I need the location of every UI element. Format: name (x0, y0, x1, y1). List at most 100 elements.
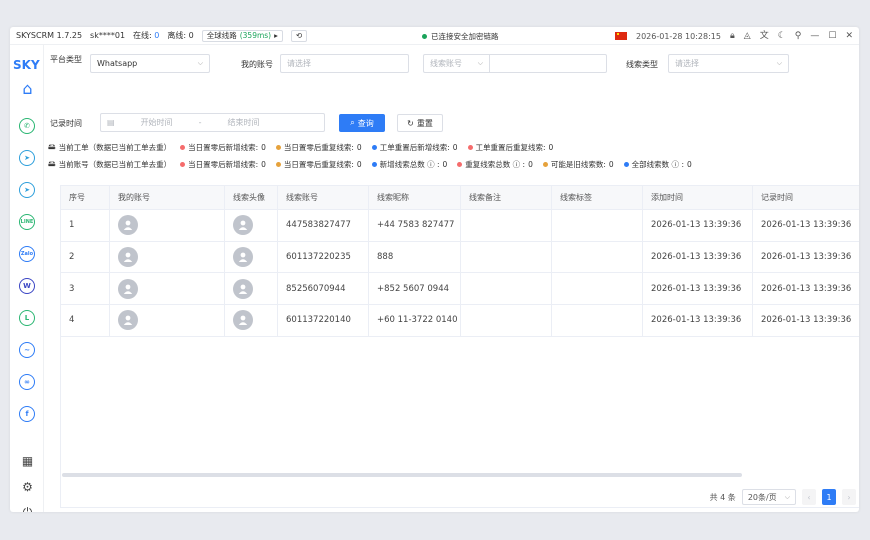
table-cell (552, 210, 643, 241)
my-account-select[interactable]: 请选择 (280, 54, 409, 73)
stat-item: 当日置零后新增线索: 0 (180, 142, 266, 153)
minimize-button[interactable]: — (810, 31, 819, 41)
whatsapp-business-icon[interactable]: W (19, 278, 35, 294)
table-row[interactable]: 2 601137220235 888 2026-01-13 13:39:36 2026-… (61, 241, 859, 274)
my-account-label: 我的账号 (241, 60, 273, 69)
meta-icon[interactable]: ∞ (19, 374, 35, 390)
lead-account-type-select[interactable]: 线索账号 ⌵ (423, 54, 490, 73)
table-cell: 1 (61, 210, 110, 241)
app-version: SKYSCRM 1.7.25 (16, 31, 83, 40)
stat-item: 当日置零后重复线索: 0 (275, 142, 362, 153)
facebook-icon[interactable]: f (19, 406, 35, 422)
table-cell: 601137220235 (278, 241, 369, 273)
table-cell: 2026-01-13 13:39:36 (643, 210, 753, 241)
datetime: 2026-01-28 10:28:15 (636, 31, 721, 41)
account-name: sk****01 (90, 31, 126, 40)
logout-icon[interactable]: ⏻ (20, 505, 35, 512)
table-cell: 447583827477 (278, 210, 369, 241)
col-lead-account: 线索账号 (278, 186, 369, 209)
avatar-icon (118, 247, 138, 268)
lead-type-select[interactable]: 请选择 ⌵ (668, 54, 789, 73)
table-cell: 2026-01-13 13:39:36 (761, 283, 852, 294)
home-icon[interactable]: ⌂ (20, 79, 35, 98)
prev-page-button[interactable]: ‹ (802, 489, 816, 505)
china-flag-icon[interactable] (615, 32, 627, 40)
table-cell (552, 273, 643, 305)
table-cell (461, 241, 552, 273)
messenger-icon[interactable]: ~ (19, 342, 35, 358)
table-row[interactable]: 4 601137220140 +60 11-3722 0140 2026-01-13 … (61, 305, 859, 337)
refresh-icon: ↻ (407, 118, 414, 128)
refresh-icon: ⟲ (295, 31, 303, 40)
table-cell: 888 (369, 241, 461, 273)
query-button[interactable]: ⌕ 查询 (339, 114, 385, 132)
col-lead-nickname: 线索昵称 (369, 186, 461, 209)
avatar-icon (233, 247, 253, 268)
stat-item: 当日置零后重复线索: 0 (275, 159, 362, 170)
translate-icon[interactable]: 文 (760, 31, 769, 41)
pin-icon[interactable]: ⚲ (795, 31, 802, 41)
table-header: 序号 我的账号 线索头像 线索账号 线索昵称 线索备注 线索标签 添加时间 记录… (61, 186, 859, 210)
line-icon[interactable]: LINE (19, 214, 35, 230)
whatsapp-icon[interactable]: ✆ (19, 118, 35, 134)
table-cell (552, 241, 643, 273)
page-size-select[interactable]: 20条/页 ⌵ (741, 489, 796, 505)
table-body: 1 447583827477 +44 7583 827477 2026-01-13 1… (61, 210, 859, 337)
telegram-icon[interactable]: ➤ (19, 150, 35, 166)
settings-gear-icon[interactable]: ⚙ (20, 479, 35, 494)
table-cell: 2026-01-13 13:39:36 (761, 315, 852, 326)
table-cell (461, 305, 552, 336)
maximize-button[interactable]: ☐ (828, 31, 836, 41)
moon-icon[interactable]: ☾ (778, 31, 786, 41)
close-button[interactable]: ✕ (845, 31, 853, 41)
apps-icon[interactable]: ▦ (20, 453, 35, 468)
logo: SKY (13, 58, 40, 72)
stat-item: 工单重置后新增线索: 0 (371, 142, 458, 153)
zalo-icon[interactable]: Zalo (19, 246, 35, 262)
stat-item: 可能是旧线索数: 0 (542, 159, 614, 170)
avatar-icon (233, 215, 253, 236)
table-row[interactable]: 3 85256070944 +852 5607 0944 2026-01-13 13:… (61, 273, 859, 306)
table-cell: 2026-01-13 13:39:36 (761, 252, 852, 263)
platform-select[interactable]: Whatsapp ⌵ (90, 54, 210, 73)
page-1-button[interactable]: 1 (822, 489, 836, 505)
table-cell (461, 273, 552, 305)
my-account-avatar-cell (110, 305, 225, 336)
table-cell: +44 7583 827477 (369, 210, 461, 241)
chevron-down-icon: ⌵ (776, 59, 782, 67)
date-range-picker[interactable]: ▤ 开始时间 - 结束时间 (100, 113, 325, 132)
table-cell: 2026-01-13 13:39:36 (761, 220, 852, 231)
title-bar: SKYSCRM 1.7.25 sk****01 在线: 0 离线: 0 全球线路… (10, 27, 859, 45)
reset-button[interactable]: ↻ 重置 (397, 114, 443, 132)
line-business-icon[interactable]: L (19, 310, 35, 326)
stat-item: 工单重置后重复线索: 0 (467, 142, 553, 153)
account-stats: 🖴︎ 当前账号（数据已当前工单去重） 当日置零后新增线索: 0 当日置零后重复线索… (48, 159, 692, 170)
my-account-avatar-cell (110, 210, 225, 241)
lead-avatar-cell (225, 305, 278, 336)
col-lead-tags: 线索标签 (552, 186, 643, 209)
table-cell (461, 210, 552, 241)
table-row[interactable]: 1 447583827477 +44 7583 827477 2026-01-13 1… (61, 210, 859, 242)
refresh-button[interactable]: ⟲ (290, 29, 308, 42)
avatar-icon (118, 215, 138, 236)
bell-icon[interactable]: ◬ (744, 31, 751, 41)
chevron-down-icon: ⌵ (477, 59, 483, 67)
table-cell: 2026-01-13 13:39:36 (643, 241, 753, 273)
stat-item: 重复线索总数 ⓘ :0 (457, 159, 533, 170)
ticket-stats: 🖴︎ 当前工单（数据已当前工单去重） 当日置零后新增线索: 0 当日置零后重复线索… (48, 142, 554, 153)
col-index: 序号 (61, 186, 110, 209)
lock-icon[interactable]: 🔒︎ (730, 31, 735, 41)
account-icon: 🖴︎ (48, 159, 56, 168)
col-add-time: 添加时间 (643, 186, 753, 209)
col-lead-remark: 线索备注 (461, 186, 552, 209)
route-selector[interactable]: 全球线路 (359ms) ▸ (201, 29, 283, 42)
lead-account-input[interactable] (490, 54, 607, 73)
col-my-account: 我的账号 (110, 186, 225, 209)
telegram-business-icon[interactable]: ➤ (19, 182, 35, 198)
sidebar: SKY ⌂ ✆ ➤ ➤ LINE Zalo W L ~ ∞ f ▦ ⚙ ⏻ (10, 45, 44, 512)
next-page-button[interactable]: › (842, 489, 856, 505)
horizontal-scrollbar[interactable] (62, 473, 742, 477)
my-account-avatar-cell (110, 273, 225, 305)
leads-table: 序号 我的账号 线索头像 线索账号 线索昵称 线索备注 线索标签 添加时间 记录… (60, 185, 859, 508)
lead-avatar-cell (225, 210, 278, 241)
